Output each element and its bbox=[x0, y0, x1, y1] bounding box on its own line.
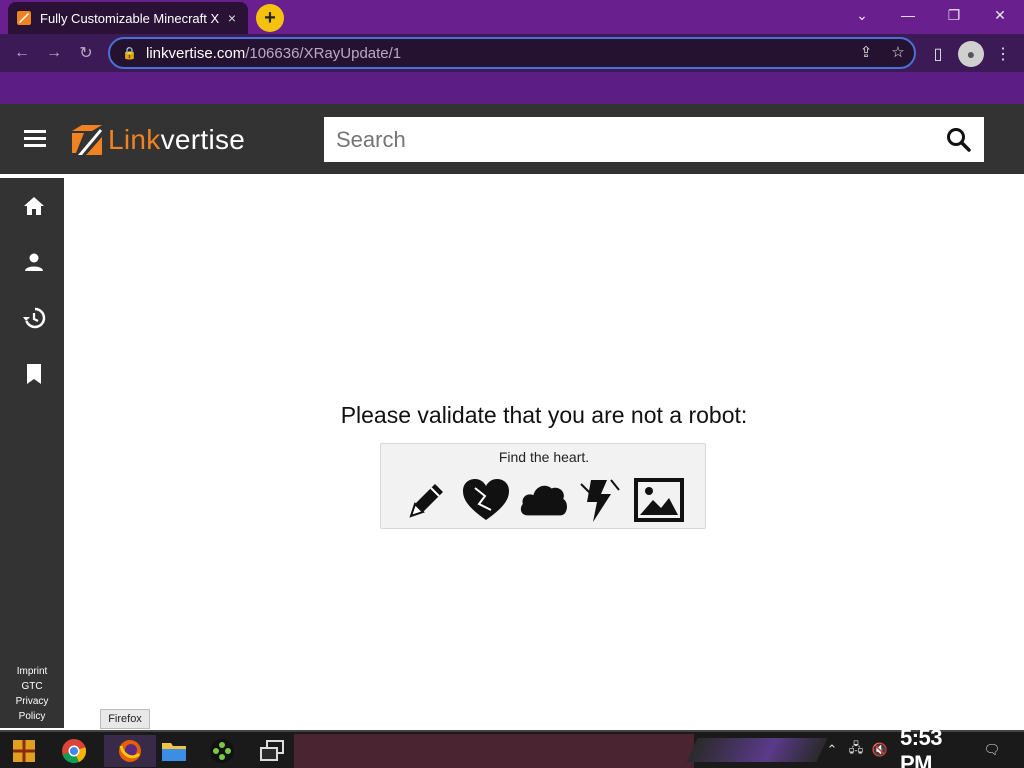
browser-menu-icon[interactable]: ⋮ bbox=[990, 41, 1016, 67]
file-explorer-taskbar-icon[interactable] bbox=[158, 735, 190, 767]
search-input[interactable] bbox=[336, 126, 934, 153]
footer-link-privacy[interactable]: Privacy bbox=[0, 694, 64, 709]
bookmark-bar bbox=[0, 72, 1024, 104]
footer-link-gtc[interactable]: GTC bbox=[0, 679, 64, 694]
taskbar-panel bbox=[294, 734, 694, 768]
footer-link-imprint[interactable]: Imprint bbox=[0, 664, 64, 679]
bookmark-icon[interactable] bbox=[22, 362, 46, 386]
footer-links: Imprint GTC Privacy Policy bbox=[0, 664, 64, 724]
address-bar[interactable]: 🔒 linkvertise.com/106636/XRayUpdate/1 bbox=[108, 37, 916, 69]
linkvertise-logo[interactable]: Linkvertise bbox=[70, 122, 245, 158]
hamburger-menu-icon[interactable] bbox=[24, 130, 46, 148]
linkvertise-logo-icon bbox=[72, 125, 102, 155]
tab-close-icon[interactable]: × bbox=[224, 10, 240, 26]
search-icon[interactable] bbox=[934, 117, 984, 162]
browser-tab[interactable]: Fully Customizable Minecraft X × bbox=[8, 2, 248, 34]
reload-icon[interactable]: ↻ bbox=[74, 41, 98, 65]
history-icon[interactable] bbox=[22, 306, 46, 330]
footer-link-policy[interactable]: Policy bbox=[0, 709, 64, 724]
tab-search-icon[interactable]: ⌄ bbox=[840, 0, 884, 30]
tray-overflow-icon[interactable]: ⌃ bbox=[822, 740, 842, 760]
close-window-icon[interactable]: ✕ bbox=[978, 0, 1022, 30]
taskbar-tooltip: Firefox bbox=[100, 709, 150, 729]
lock-icon: 🔒 bbox=[122, 46, 137, 60]
back-arrow-icon[interactable]: ← bbox=[10, 41, 34, 65]
tab-strip: Fully Customizable Minecraft X × + ⌄ — ❐… bbox=[0, 0, 1024, 34]
captcha-heading: Please validate that you are not a robot… bbox=[340, 402, 748, 428]
captcha-box: Find the heart. bbox=[380, 443, 706, 529]
screen: Fully Customizable Minecraft X × + ⌄ — ❐… bbox=[0, 0, 1024, 768]
site-search-box bbox=[324, 117, 984, 162]
network-icon[interactable]: 🖧 bbox=[846, 740, 866, 760]
heart-icon[interactable] bbox=[460, 474, 512, 526]
brand-name: Linkvertise bbox=[108, 124, 246, 155]
remote-desktop-taskbar-icon[interactable] bbox=[256, 735, 288, 767]
game-launcher-taskbar-icon[interactable] bbox=[206, 735, 238, 767]
bookmark-star-icon[interactable]: ☆ bbox=[888, 42, 908, 62]
lightning-icon[interactable] bbox=[575, 474, 627, 526]
captcha-prompt: Find the heart. bbox=[498, 449, 590, 465]
side-panel-icon[interactable]: ▯ bbox=[925, 41, 951, 67]
volume-muted-icon[interactable]: 🔇 bbox=[870, 740, 890, 760]
share-icon[interactable]: ⇪ bbox=[856, 42, 876, 62]
profile-avatar-icon[interactable]: ● bbox=[958, 41, 984, 67]
taskbar: ⌃ 🖧 🔇 5:53 PM 🗨 bbox=[0, 725, 1024, 768]
taskbar-clock[interactable]: 5:53 PM bbox=[900, 725, 964, 768]
taskbar-decoration bbox=[686, 738, 828, 762]
person-icon[interactable] bbox=[22, 250, 46, 274]
forward-arrow-icon[interactable]: → bbox=[42, 41, 66, 65]
new-tab-button[interactable]: + bbox=[256, 4, 284, 32]
linkvertise-favicon-icon bbox=[17, 11, 31, 25]
image-icon[interactable] bbox=[633, 474, 685, 526]
notifications-icon[interactable]: 🗨 bbox=[982, 740, 1002, 760]
sidebar: Imprint GTC Privacy Policy bbox=[0, 178, 64, 728]
url-host: linkvertise.com bbox=[146, 44, 246, 62]
site-header: Linkvertise bbox=[0, 104, 1024, 174]
restore-icon[interactable]: ❐ bbox=[932, 0, 976, 30]
home-icon[interactable] bbox=[22, 194, 46, 218]
minimize-icon[interactable]: — bbox=[886, 0, 930, 30]
chrome-taskbar-icon[interactable] bbox=[58, 735, 90, 767]
url-path: /106636/XRayUpdate/1 bbox=[245, 44, 402, 62]
firefox-taskbar-icon[interactable] bbox=[104, 735, 156, 767]
tab-title: Fully Customizable Minecraft X bbox=[40, 10, 220, 26]
cloud-icon[interactable] bbox=[518, 474, 570, 526]
pencil-icon[interactable] bbox=[401, 474, 453, 526]
start-button-icon[interactable] bbox=[8, 735, 40, 767]
browser-toolbar: ← → ↻ 🔒 linkvertise.com/106636/XRayUpdat… bbox=[0, 34, 1024, 72]
